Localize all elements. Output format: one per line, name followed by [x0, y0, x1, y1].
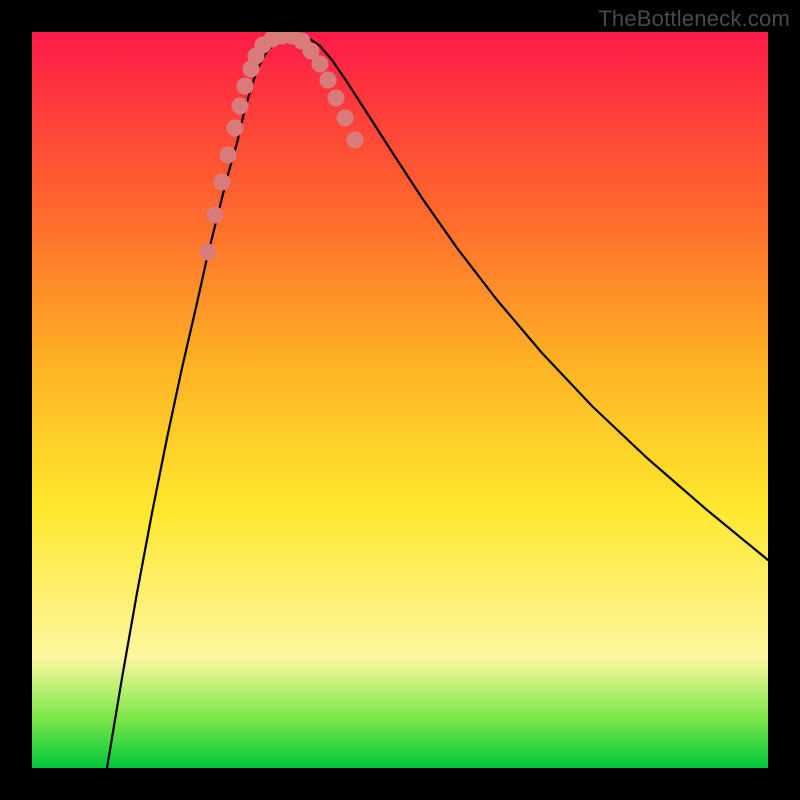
marker-point: [347, 132, 364, 149]
outer-frame: TheBottleneck.com: [0, 0, 800, 800]
watermark-text: TheBottleneck.com: [598, 6, 790, 32]
marker-point: [200, 244, 217, 261]
plot-area: [32, 32, 768, 768]
marker-point: [214, 174, 231, 191]
marker-point: [207, 207, 224, 224]
marker-point: [220, 147, 237, 164]
marker-point: [328, 90, 345, 107]
chart-svg: [32, 32, 768, 768]
marker-point: [227, 120, 244, 137]
marker-point: [337, 110, 354, 127]
marker-point: [320, 72, 337, 89]
marker-point: [237, 78, 254, 95]
bottleneck-curve: [107, 35, 768, 768]
marker-point: [232, 98, 249, 115]
marker-point: [312, 56, 329, 73]
